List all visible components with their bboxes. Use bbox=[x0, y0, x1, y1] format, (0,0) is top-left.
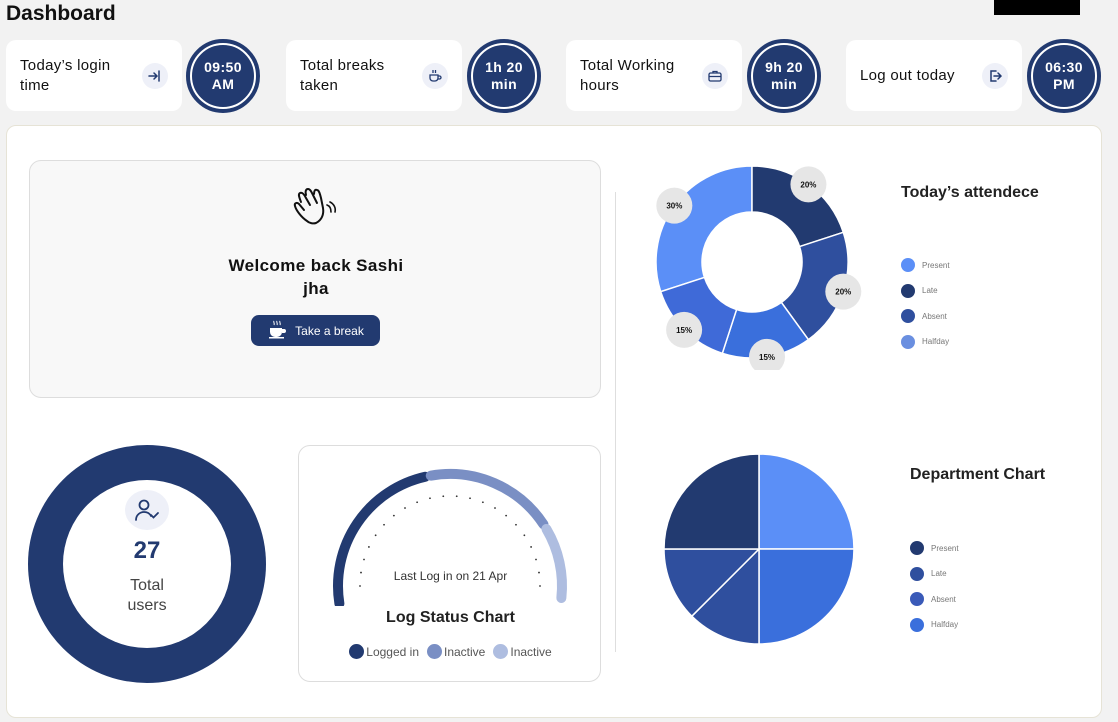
take-break-button[interactable]: Take a break bbox=[251, 315, 380, 346]
stat-badge-breaks: 1h 20 min bbox=[467, 39, 541, 113]
gauge-dot bbox=[392, 514, 395, 517]
gauge-dot bbox=[469, 497, 471, 500]
donut-slice-label: 15% bbox=[759, 353, 775, 362]
gauge-dot bbox=[404, 507, 406, 509]
gauge-segment bbox=[425, 469, 549, 530]
coffee-cup-icon bbox=[267, 319, 289, 342]
gauge-dot bbox=[368, 546, 370, 548]
legend-item: Present bbox=[901, 258, 950, 272]
gauge-dot bbox=[481, 501, 484, 504]
welcome-card: Welcome back Sashi jha Take a break bbox=[29, 160, 601, 398]
total-users-count: 27 bbox=[133, 537, 161, 564]
department-pie-chart bbox=[663, 453, 855, 645]
donut-slice-label: 20% bbox=[835, 288, 851, 297]
welcome-message: Welcome back Sashi jha bbox=[228, 256, 404, 298]
gauge-dot bbox=[359, 585, 361, 587]
waving-hand-icon bbox=[291, 183, 339, 234]
donut-slice-label: 15% bbox=[676, 326, 692, 335]
vertical-divider bbox=[615, 192, 616, 652]
donut-slice-label: 20% bbox=[800, 180, 816, 189]
attendance-legend: Present Late Absent Halfday bbox=[901, 258, 950, 360]
gauge-dot bbox=[505, 514, 508, 517]
gauge-dot bbox=[523, 534, 526, 537]
stat-badge-logout: 06:30 PM bbox=[1027, 39, 1101, 113]
log-status-card: Last Log in on 21 Apr Log Status Chart L… bbox=[298, 445, 601, 682]
gauge-dot bbox=[515, 523, 517, 526]
gauge-dot bbox=[363, 558, 365, 561]
stat-badge-login: 09:50 AM bbox=[186, 39, 260, 113]
login-arrow-icon bbox=[142, 63, 168, 89]
legend-item: Late bbox=[910, 566, 959, 581]
attendance-chart-title: Today’s attendece bbox=[901, 184, 1039, 201]
legend-item: Inactive bbox=[427, 644, 485, 659]
page-title: Dashboard bbox=[6, 2, 116, 25]
donut-slice-label: 30% bbox=[666, 202, 682, 211]
top-right-button[interactable] bbox=[994, 0, 1080, 15]
user-check-icon bbox=[125, 490, 169, 530]
legend-item: Present bbox=[910, 541, 959, 555]
legend-item: Late bbox=[901, 283, 950, 298]
gauge-dot bbox=[539, 585, 541, 587]
stat-label: Today’s login time bbox=[20, 56, 111, 94]
stat-label: Total breaks taken bbox=[300, 56, 385, 94]
stat-badge-working: 9h 20 min bbox=[747, 39, 821, 113]
total-users-ring: 27 Total users bbox=[28, 445, 266, 683]
legend-item: Absent bbox=[901, 309, 950, 323]
stat-label: Total Working hours bbox=[580, 56, 675, 94]
donut-slice bbox=[655, 165, 753, 293]
legend-item: Inactive bbox=[493, 644, 552, 659]
stat-card-login: Today’s login time bbox=[6, 40, 182, 111]
legend-item: Halfday bbox=[910, 617, 959, 632]
pie-slice bbox=[663, 453, 760, 550]
gauge-dot bbox=[530, 546, 532, 548]
briefcase-icon bbox=[702, 63, 728, 89]
stat-card-breaks: Total breaks taken bbox=[286, 40, 462, 111]
gauge-dot bbox=[383, 523, 385, 526]
legend-item: Absent bbox=[910, 592, 959, 606]
gauge-dot bbox=[442, 495, 445, 498]
gauge-dot bbox=[455, 495, 458, 498]
log-status-title: Log Status Chart bbox=[386, 609, 515, 626]
gauge-dot bbox=[494, 507, 496, 509]
legend-item: Logged in bbox=[349, 644, 419, 659]
pie-slice bbox=[758, 453, 855, 550]
stat-card-logout: Log out today bbox=[846, 40, 1022, 111]
attendance-donut-chart: 30% 20% 20% 15% 15% bbox=[655, 165, 862, 370]
stat-label: Log out today bbox=[860, 66, 955, 84]
log-status-legend: Logged in Inactive Inactive bbox=[299, 644, 602, 659]
last-login-text: Last Log in on 21 Apr bbox=[393, 569, 508, 583]
gauge-segment bbox=[541, 523, 567, 603]
stat-card-working: Total Working hours bbox=[566, 40, 742, 111]
break-cup-icon bbox=[422, 63, 448, 89]
gauge-segment bbox=[333, 471, 431, 606]
legend-item: Halfday bbox=[901, 334, 950, 349]
gauge-dot bbox=[416, 501, 419, 504]
total-users-label: Total users bbox=[127, 577, 167, 614]
logout-arrow-icon bbox=[982, 63, 1008, 89]
gauge-dot bbox=[374, 534, 377, 537]
department-chart-title: Department Chart bbox=[910, 466, 1046, 483]
gauge-dot bbox=[535, 558, 537, 561]
department-legend: Present Late Absent Halfday bbox=[910, 541, 959, 643]
pie-slice bbox=[758, 548, 855, 645]
gauge-dot bbox=[429, 497, 431, 500]
